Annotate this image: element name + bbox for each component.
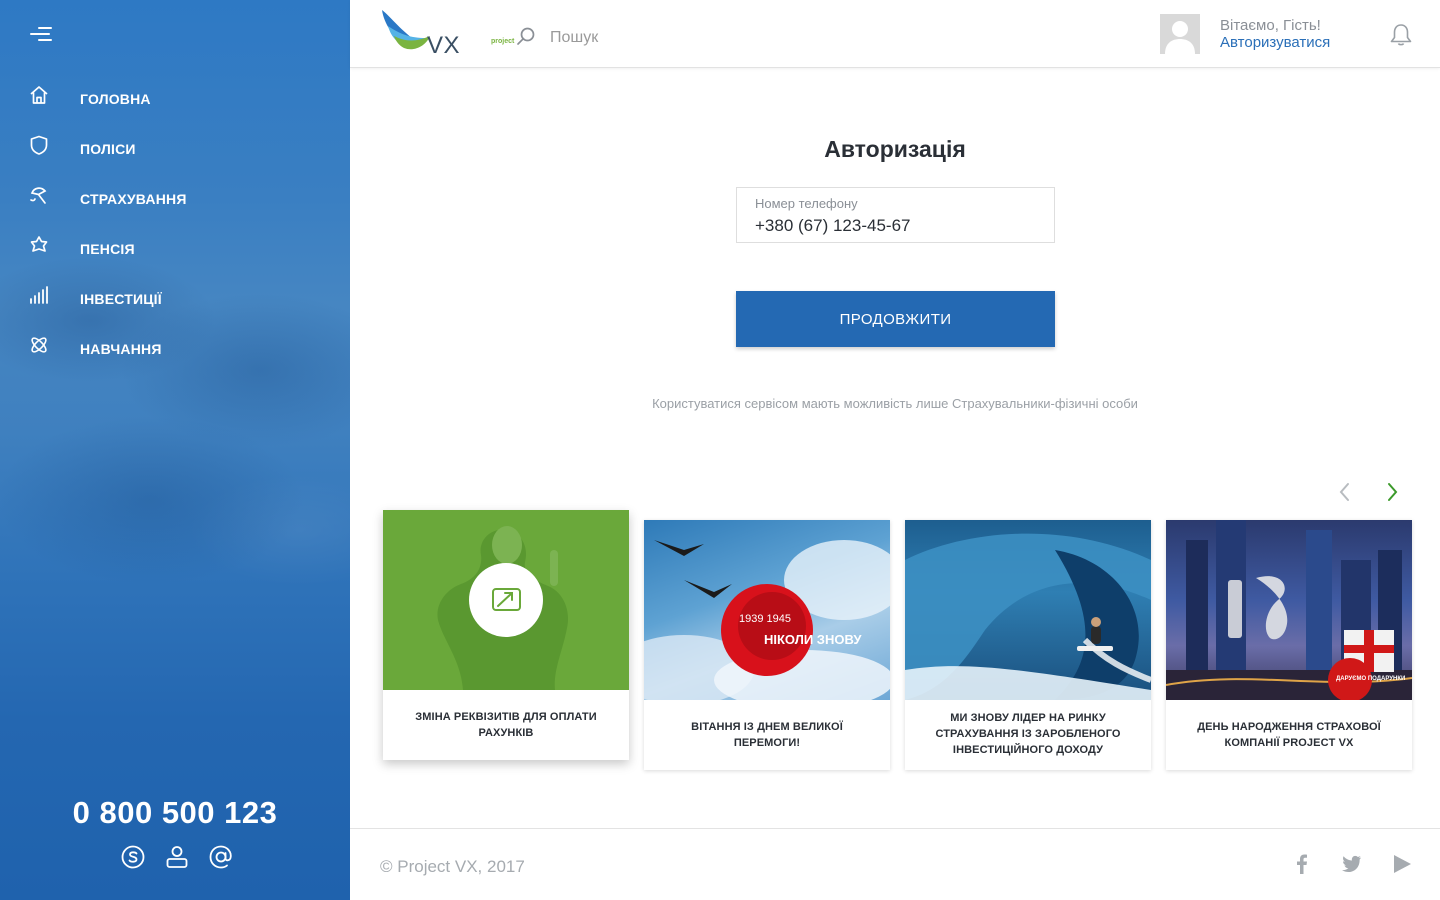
umbrella-icon (30, 187, 47, 204)
news-card-caption: ДЕНЬ НАРОДЖЕННЯ СТРАХОВОЇ КОМПАНІЇ PROJE… (1197, 721, 1381, 749)
sidebar-item-label: НАВЧАННЯ (80, 341, 162, 357)
news-card[interactable]: 1939 1945 НІКОЛИ ЗНОВУ ВІТАННЯ ІЗ ДНЕМ В… (644, 520, 890, 770)
logo-text: VX (427, 32, 461, 59)
hotline-phone[interactable]: 0 800 500 123 (0, 795, 350, 831)
user-icon[interactable] (163, 843, 191, 871)
sidebar-item-label: ІНВЕСТИЦІЇ (80, 291, 162, 307)
greeting-text: Вітаємо, Гість! (1220, 17, 1321, 34)
twitter-icon[interactable] (1339, 852, 1363, 876)
shield-icon (30, 135, 48, 155)
badge-text: НІКОЛИ ЗНОВУ (764, 632, 862, 647)
sidebar-item-insurance[interactable]: СТРАХУВАННЯ (0, 173, 350, 223)
at-icon[interactable] (207, 843, 235, 871)
contact-icons (119, 843, 235, 871)
avatar[interactable] (1160, 14, 1200, 54)
login-link[interactable]: Авторизуватися (1220, 34, 1330, 51)
atom-icon (31, 337, 47, 353)
skype-icon[interactable] (119, 843, 147, 871)
chevron-left-icon[interactable] (1333, 480, 1357, 504)
facebook-icon[interactable] (1290, 852, 1314, 876)
continue-button[interactable]: ПРОДОВЖИТИ (736, 291, 1055, 347)
sidebar-item-home[interactable]: ГОЛОВНА (0, 73, 350, 123)
news-card[interactable]: ЗМІНА РЕКВІЗИТІВ ДЛЯ ОПЛАТИ РАХУНКІВ (383, 510, 629, 760)
page-title: Авторизація (824, 136, 966, 162)
service-note: Користуватися сервісом мають можливість … (652, 396, 1138, 411)
sidebar-item-policies[interactable]: ПОЛІСИ (0, 123, 350, 173)
copyright: © Project VX, 2017 (380, 857, 525, 876)
news-card-image: 1939 1945 НІКОЛИ ЗНОВУ (644, 520, 890, 700)
avatar-placeholder-icon (1165, 21, 1195, 54)
hamburger-icon[interactable] (30, 27, 52, 43)
sidebar-item-pension[interactable]: ПЕНСІЯ (0, 223, 350, 273)
sidebar: ГОЛОВНА ПОЛІСИ СТРАХУВАННЯ ПЕНСІЯ ІНВЕСТ… (0, 0, 350, 900)
news-card-image: ДАРУЄМО ПОДАРУНКИ (1166, 520, 1412, 700)
logo-subtext: project (491, 38, 515, 45)
phone-field-label: Номер телефону (755, 196, 858, 211)
sidebar-item-education[interactable]: НАВЧАННЯ (0, 323, 350, 373)
search-icon[interactable] (515, 26, 537, 48)
phone-field[interactable]: Номер телефону (736, 187, 1055, 243)
youtube-icon[interactable] (1390, 852, 1414, 876)
news-card-caption: ЗМІНА РЕКВІЗИТІВ ДЛЯ ОПЛАТИ РАХУНКІВ (415, 711, 597, 739)
news-card[interactable]: ДАРУЄМО ПОДАРУНКИ ДЕНЬ НАРОДЖЕННЯ СТРАХО… (1166, 520, 1412, 770)
search-input[interactable] (550, 24, 800, 52)
badge-years: 1939 1945 (739, 613, 791, 625)
badge-text: ДАРУЄМО ПОДАРУНКИ (1336, 676, 1405, 682)
sidebar-nav: ГОЛОВНА ПОЛІСИ СТРАХУВАННЯ ПЕНСІЯ ІНВЕСТ… (0, 73, 350, 373)
flower-icon (30, 236, 48, 252)
bar-chart-icon (30, 286, 48, 304)
news-card-image (383, 510, 629, 690)
top-header: VX project Вітаємо, Гість! Авторизуватис… (350, 0, 1440, 68)
sidebar-item-label: ПОЛІСИ (80, 141, 136, 157)
sidebar-item-label: ГОЛОВНА (80, 91, 151, 107)
home-icon (30, 86, 48, 104)
logo[interactable]: VX project (380, 8, 514, 59)
sidebar-item-label: СТРАХУВАННЯ (80, 191, 187, 207)
news-card-caption: ВІТАННЯ ІЗ ДНЕМ ВЕЛИКОЇ ПЕРЕМОГИ! (691, 721, 843, 749)
bell-icon[interactable] (1388, 22, 1414, 48)
news-card-caption: МИ ЗНОВУ ЛІДЕР НА РИНКУ СТРАХУВАННЯ ІЗ З… (935, 712, 1121, 756)
phone-input[interactable] (755, 215, 1040, 237)
sidebar-item-label: ПЕНСІЯ (80, 241, 135, 257)
sidebar-item-investments[interactable]: ІНВЕСТИЦІЇ (0, 273, 350, 323)
chevron-right-icon[interactable] (1380, 480, 1404, 504)
news-card-image (905, 520, 1151, 700)
footer-divider (350, 828, 1440, 829)
news-card[interactable]: МИ ЗНОВУ ЛІДЕР НА РИНКУ СТРАХУВАННЯ ІЗ З… (905, 520, 1151, 770)
